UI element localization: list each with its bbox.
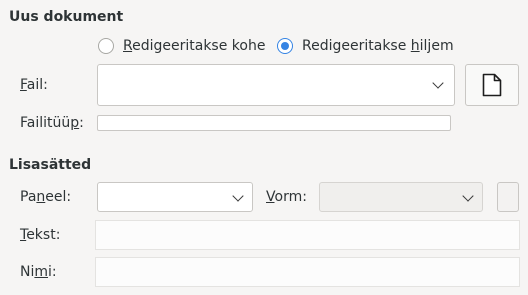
radio-edit-later[interactable]: Redigeeritakse hiljem [277,36,454,56]
section-title-new-document: Uus dokument [9,9,124,25]
name-field[interactable] [95,257,520,287]
file-combobox[interactable] [97,64,455,106]
panel-combobox[interactable] [97,182,253,212]
chevron-down-icon [462,190,474,202]
file-type-label: Failitüüp: [20,115,84,131]
chevron-down-icon [232,190,244,202]
radio-edit-now-label[interactable]: Redigeeritakse kohe [123,38,265,54]
chevron-down-icon [432,77,444,89]
panel-label: Paneel: [20,189,72,205]
file-label: Fail: [20,77,48,93]
browse-file-button[interactable] [465,64,519,106]
text-field[interactable] [95,220,520,250]
form-label: Vorm: [266,189,307,205]
section-title-extra-settings: Lisasätted [9,157,92,173]
name-label: Nimi: [20,264,57,280]
document-icon [482,73,502,97]
radio-edit-later-indicator[interactable] [277,38,293,54]
radio-edit-later-label[interactable]: Redigeeritakse hiljem [302,38,454,54]
form-combobox[interactable] [319,182,483,212]
radio-edit-now[interactable]: Redigeeritakse kohe [98,36,265,56]
text-label: Tekst: [20,227,61,243]
radio-edit-now-indicator[interactable] [98,38,114,54]
form-options-button[interactable] [497,182,519,212]
file-type-field [97,115,451,131]
